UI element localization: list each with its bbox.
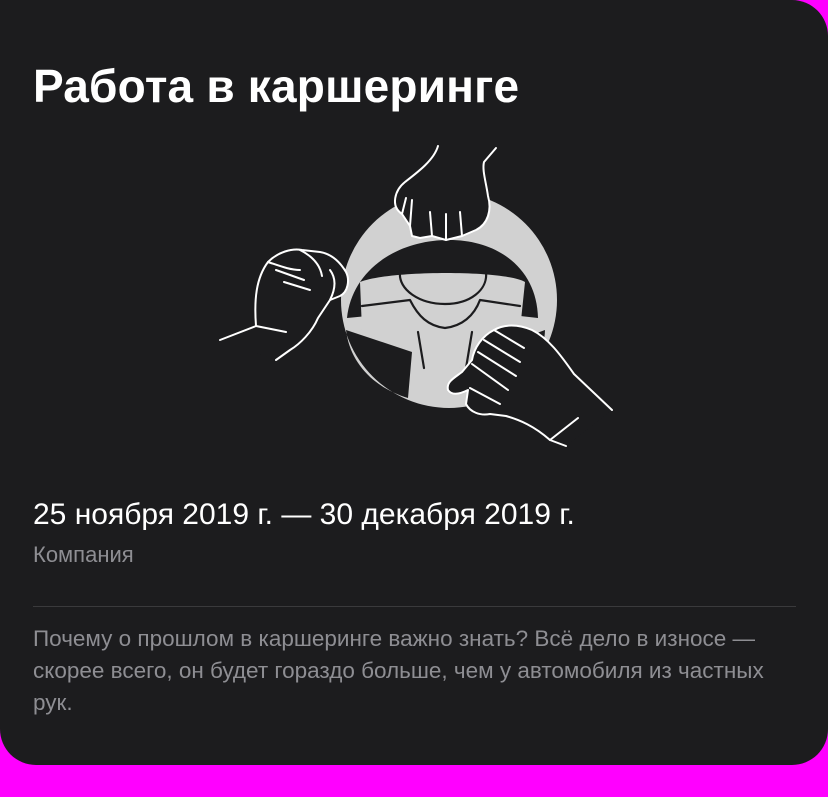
date-range: 25 ноября 2019 г. — 30 декабря 2019 г. xyxy=(33,498,575,531)
card-description: Почему о прошлом в каршеринге важно знат… xyxy=(33,626,764,715)
left-hand-icon xyxy=(219,248,349,361)
card-title: Работа в каршеринге xyxy=(33,60,520,112)
steering-wheel-with-hands-icon xyxy=(219,145,613,447)
history-card[interactable]: Работа в каршеринге 25 ноября 2019 г. — … xyxy=(0,0,828,765)
divider xyxy=(33,606,796,607)
record-type: Компания xyxy=(33,542,134,567)
top-hand-icon xyxy=(394,145,497,241)
